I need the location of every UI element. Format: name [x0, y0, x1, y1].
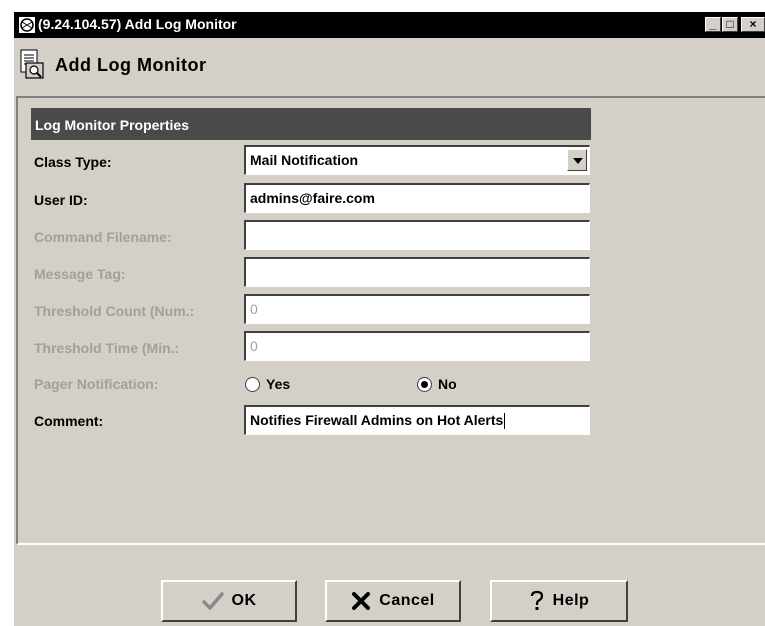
user-id-value: admins@faire.com	[250, 190, 375, 206]
threshold-count-label: Threshold Count (Num.:	[34, 303, 195, 319]
threshold-time-input[interactable]: 0	[244, 331, 590, 361]
comment-value: Notifies Firewall Admins on Hot Alerts	[250, 412, 504, 428]
command-filename-label: Command Filename:	[34, 229, 172, 245]
user-id-label: User ID:	[34, 192, 88, 208]
ok-label: OK	[231, 592, 257, 609]
class-type-select[interactable]: Mail Notification	[244, 145, 590, 175]
threshold-count-value: 0	[250, 301, 258, 317]
window-title: (9.24.104.57) Add Log Monitor	[38, 16, 237, 32]
help-label: Help	[552, 592, 590, 609]
maximize-button[interactable]: □	[722, 17, 738, 32]
user-id-input[interactable]: admins@faire.com	[244, 183, 590, 213]
class-type-label: Class Type:	[34, 154, 112, 170]
pager-yes-radio[interactable]: Yes	[245, 376, 290, 392]
app-icon	[19, 17, 35, 33]
text-caret	[504, 413, 506, 430]
section-header: Log Monitor Properties	[31, 108, 591, 140]
minimize-button[interactable]: _	[705, 17, 721, 32]
dialog-title: Add Log Monitor	[55, 55, 207, 75]
pager-yes-label: Yes	[266, 376, 291, 392]
message-tag-label: Message Tag:	[34, 266, 126, 282]
help-button[interactable]: Help	[490, 580, 628, 622]
comment-label: Comment:	[34, 413, 104, 429]
command-filename-input[interactable]	[244, 220, 590, 250]
pager-no-radio[interactable]: No	[417, 376, 457, 392]
threshold-time-label: Threshold Time (Min.:	[34, 340, 180, 356]
class-type-value: Mail Notification	[250, 152, 359, 168]
threshold-count-input[interactable]: 0	[244, 294, 590, 324]
add-log-monitor-window: (9.24.104.57) Add Log Monitor _ □ × Add …	[14, 12, 765, 626]
log-monitor-icon	[20, 49, 44, 79]
message-tag-input[interactable]	[244, 257, 590, 287]
cancel-button[interactable]: Cancel	[325, 580, 461, 622]
threshold-time-value: 0	[250, 338, 258, 354]
maximize-icon: □	[726, 17, 734, 31]
dialog-header: Add Log Monitor	[14, 38, 765, 96]
dropdown-button[interactable]	[567, 149, 587, 171]
minimize-icon: _	[709, 17, 717, 31]
checkmark-icon	[201, 592, 224, 610]
title-bar[interactable]: (9.24.104.57) Add Log Monitor _ □ ×	[14, 12, 765, 38]
close-button[interactable]: ×	[741, 17, 765, 32]
chevron-down-icon	[573, 158, 583, 164]
cancel-x-icon	[351, 592, 371, 610]
pager-no-label: No	[438, 376, 457, 392]
close-icon: ×	[749, 17, 757, 31]
pager-notification-label: Pager Notification:	[34, 376, 159, 392]
ok-button[interactable]: OK	[161, 580, 297, 622]
radio-checked-icon	[417, 376, 432, 392]
cancel-label: Cancel	[379, 592, 435, 609]
comment-input[interactable]: Notifies Firewall Admins on Hot Alerts	[244, 405, 590, 435]
radio-unchecked-icon	[245, 376, 260, 392]
button-bar: OK Cancel Help	[14, 547, 765, 626]
question-mark-icon	[529, 590, 545, 612]
